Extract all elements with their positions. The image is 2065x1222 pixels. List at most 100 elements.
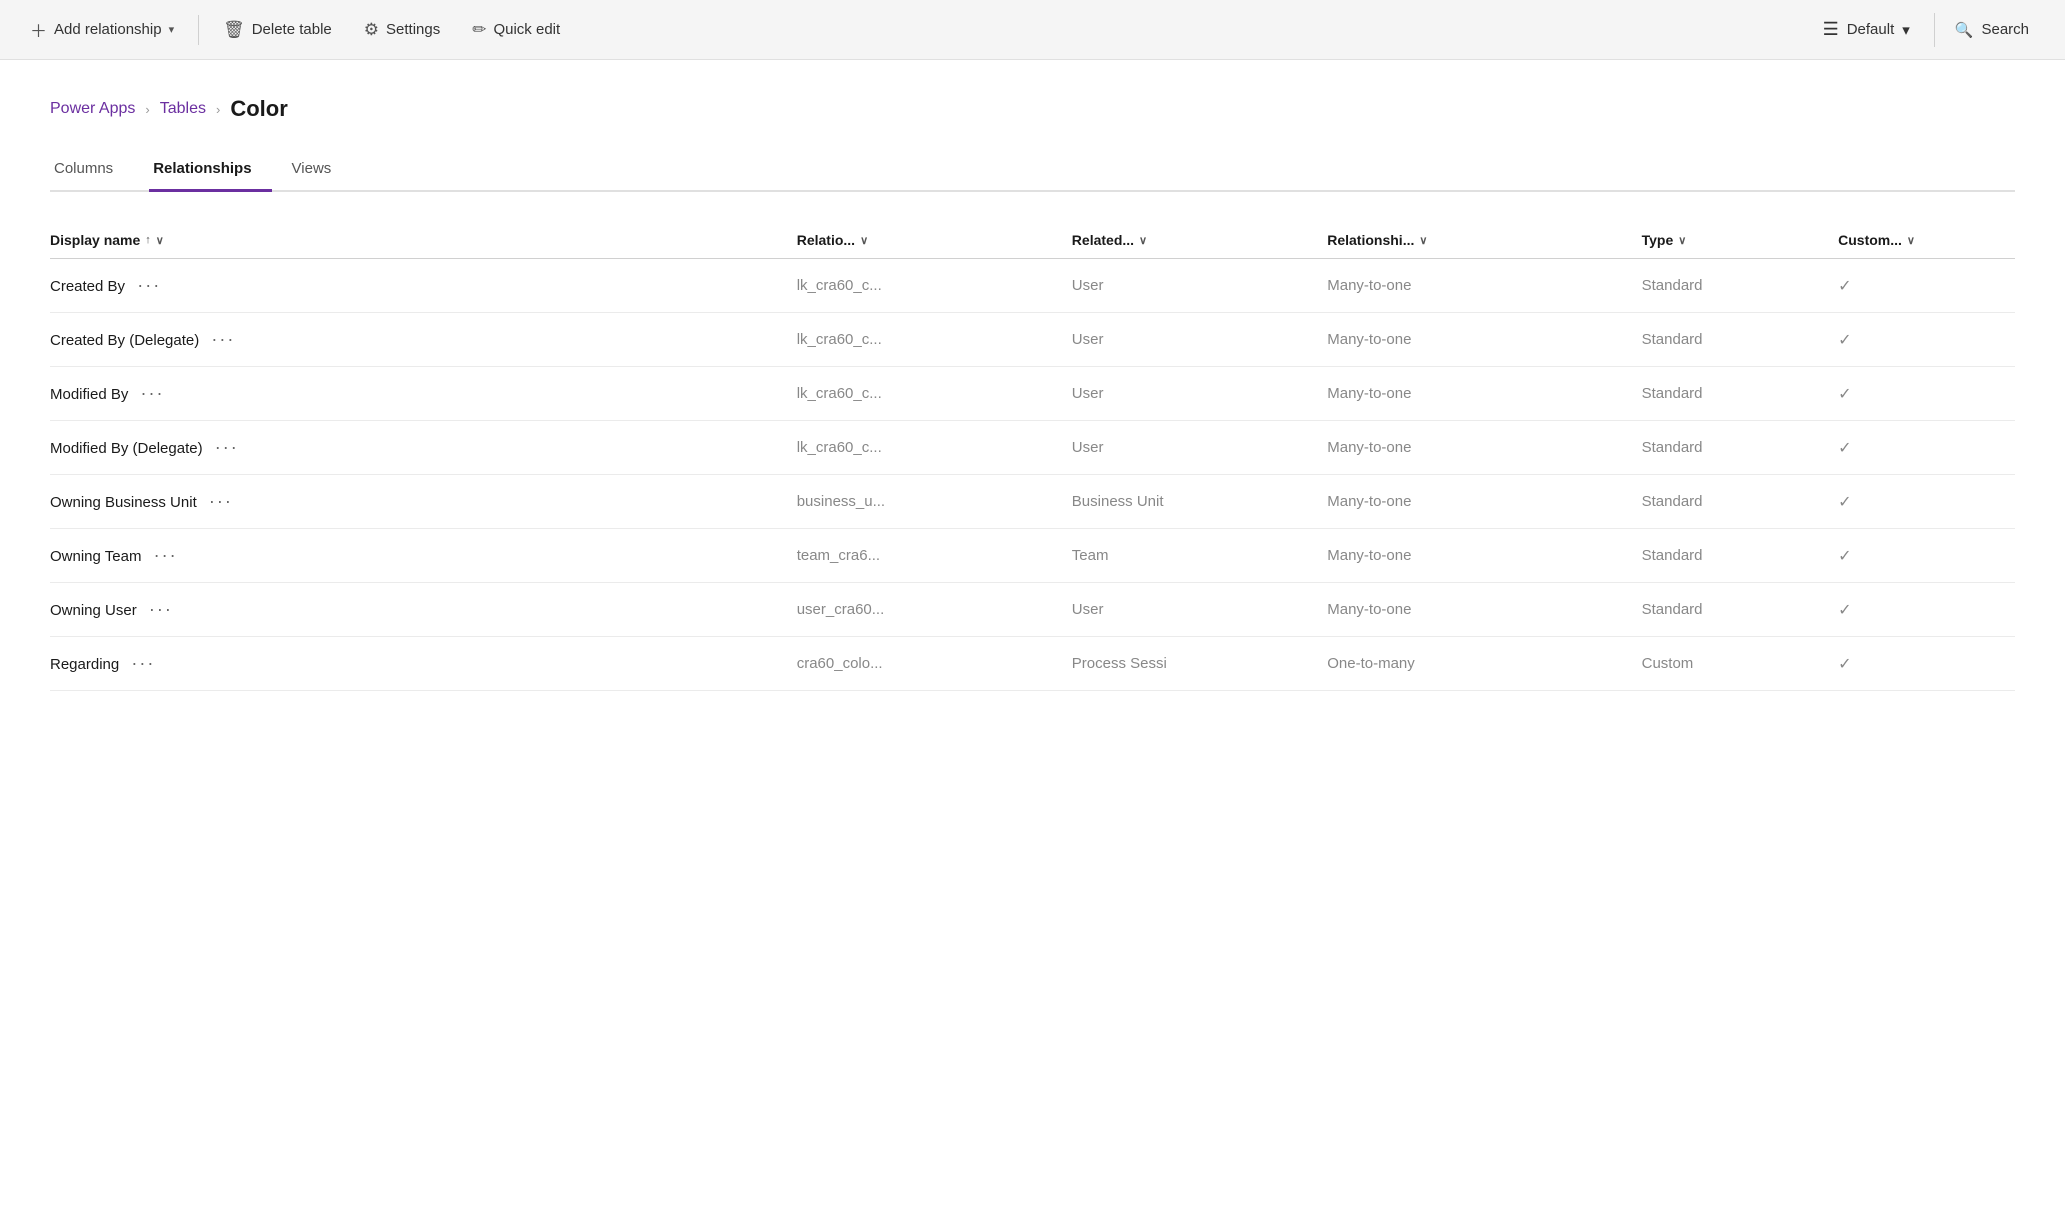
col-relationship-type-filter-icon[interactable]: ∨ (1419, 234, 1427, 247)
display-name-text: Owning User (50, 602, 137, 619)
cell-type: Standard (1642, 313, 1839, 367)
cell-relationship-type: Many-to-one (1327, 259, 1641, 313)
cell-custom: ✓ (1838, 583, 2015, 637)
row-options-button[interactable]: ··· (141, 597, 181, 622)
cell-related: User (1072, 367, 1327, 421)
search-button[interactable]: 🔍 Search (1934, 13, 2049, 47)
cell-type: Standard (1642, 421, 1839, 475)
delete-icon: 🗑 (223, 20, 245, 40)
breadcrumb-sep-2: › (216, 102, 220, 117)
table-row: Owning User ··· user_cra60... User Many-… (50, 583, 2015, 637)
breadcrumb-power-apps[interactable]: Power Apps (50, 100, 135, 118)
cell-custom: ✓ (1838, 367, 2015, 421)
toolbar: ＋ Add relationship ▾ 🗑 Delete table ⚙ Se… (0, 0, 2065, 60)
col-custom-label: Custom... (1838, 232, 1902, 248)
cell-related: User (1072, 259, 1327, 313)
cell-relationship-type: Many-to-one (1327, 421, 1641, 475)
col-relationship-type-label: Relationshi... (1327, 232, 1414, 248)
gear-icon: ⚙ (364, 20, 379, 40)
table-header-row: Display name ↑ ∨ Relatio... ∨ Rela (50, 222, 2015, 259)
tabs: Columns Relationships Views (50, 150, 2015, 192)
cell-related: Process Sessi (1072, 637, 1327, 691)
col-type-label: Type (1642, 232, 1674, 248)
cell-type: Custom (1642, 637, 1839, 691)
quick-edit-button[interactable]: ✏ Quick edit (458, 12, 574, 48)
cell-display-name: Regarding ··· (50, 637, 797, 691)
col-related-filter-icon[interactable]: ∨ (1139, 234, 1147, 247)
breadcrumb: Power Apps › Tables › Color (50, 96, 2015, 122)
plus-icon: ＋ (30, 17, 47, 42)
cell-relationship: lk_cra60_c... (797, 259, 1072, 313)
col-custom-filter-icon[interactable]: ∨ (1907, 234, 1915, 247)
col-display-filter-icon[interactable]: ∨ (156, 234, 164, 247)
row-options-button[interactable]: ··· (146, 543, 186, 568)
cell-relationship-type: Many-to-one (1327, 583, 1641, 637)
cell-display-name: Modified By (Delegate) ··· (50, 421, 797, 475)
cell-display-name: Owning User ··· (50, 583, 797, 637)
row-options-button[interactable]: ··· (133, 381, 173, 406)
settings-button[interactable]: ⚙ Settings (350, 12, 454, 48)
row-options-button[interactable]: ··· (201, 489, 241, 514)
row-options-button[interactable]: ··· (129, 273, 169, 298)
col-relationship-label: Relatio... (797, 232, 855, 248)
cell-relationship-type: Many-to-one (1327, 529, 1641, 583)
quick-edit-label: Quick edit (493, 21, 560, 38)
cell-type: Standard (1642, 529, 1839, 583)
row-options-button[interactable]: ··· (207, 435, 247, 460)
col-header-relationship[interactable]: Relatio... ∨ (797, 222, 1072, 259)
default-view-button[interactable]: ☰ Default ▾ (1807, 11, 1926, 48)
search-icon: 🔍 (1955, 21, 1974, 39)
edit-icon: ✏ (472, 20, 486, 40)
cell-display-name: Modified By ··· (50, 367, 797, 421)
cell-relationship: team_cra6... (797, 529, 1072, 583)
col-type-filter-icon[interactable]: ∨ (1678, 234, 1686, 247)
delete-table-label: Delete table (252, 21, 332, 38)
cell-type: Standard (1642, 367, 1839, 421)
lines-icon: ☰ (1823, 19, 1839, 40)
col-display-name-label: Display name (50, 232, 140, 248)
display-name-text: Modified By (50, 386, 128, 403)
add-relationship-label: Add relationship (54, 21, 162, 38)
cell-relationship-type: Many-to-one (1327, 475, 1641, 529)
cell-custom: ✓ (1838, 313, 2015, 367)
breadcrumb-current: Color (230, 96, 287, 122)
cell-relationship: business_u... (797, 475, 1072, 529)
cell-custom: ✓ (1838, 637, 2015, 691)
col-relationship-filter-icon[interactable]: ∨ (860, 234, 868, 247)
settings-label: Settings (386, 21, 440, 38)
display-name-text: Modified By (Delegate) (50, 440, 203, 457)
display-name-text: Created By (50, 278, 125, 295)
delete-table-button[interactable]: 🗑 Delete table (209, 12, 346, 48)
add-relationship-chevron-icon: ▾ (169, 23, 175, 36)
table-row: Modified By ··· lk_cra60_c... User Many-… (50, 367, 2015, 421)
col-header-display-name[interactable]: Display name ↑ ∨ (50, 222, 797, 259)
add-relationship-button[interactable]: ＋ Add relationship ▾ (16, 9, 188, 50)
table-row: Created By (Delegate) ··· lk_cra60_c... … (50, 313, 2015, 367)
cell-relationship: lk_cra60_c... (797, 367, 1072, 421)
tab-views[interactable]: Views (288, 150, 352, 192)
table-row: Owning Team ··· team_cra6... Team Many-t… (50, 529, 2015, 583)
tab-columns[interactable]: Columns (50, 150, 133, 192)
cell-type: Standard (1642, 583, 1839, 637)
row-options-button[interactable]: ··· (203, 327, 243, 352)
relationships-table: Display name ↑ ∨ Relatio... ∨ Rela (50, 222, 2015, 691)
col-header-custom[interactable]: Custom... ∨ (1838, 222, 2015, 259)
col-header-relationship-type[interactable]: Relationshi... ∨ (1327, 222, 1641, 259)
tab-relationships[interactable]: Relationships (149, 150, 271, 192)
cell-custom: ✓ (1838, 421, 2015, 475)
cell-relationship: lk_cra60_c... (797, 313, 1072, 367)
display-name-text: Created By (Delegate) (50, 332, 199, 349)
col-related-label: Related... (1072, 232, 1134, 248)
cell-display-name: Owning Team ··· (50, 529, 797, 583)
cell-relationship-type: Many-to-one (1327, 367, 1641, 421)
col-header-type[interactable]: Type ∨ (1642, 222, 1839, 259)
display-name-text: Owning Team (50, 548, 141, 565)
cell-related: User (1072, 313, 1327, 367)
row-options-button[interactable]: ··· (123, 651, 163, 676)
cell-related: Team (1072, 529, 1327, 583)
toolbar-divider-1 (198, 15, 199, 45)
col-header-related[interactable]: Related... ∨ (1072, 222, 1327, 259)
cell-display-name: Owning Business Unit ··· (50, 475, 797, 529)
breadcrumb-tables[interactable]: Tables (160, 100, 206, 118)
cell-display-name: Created By ··· (50, 259, 797, 313)
